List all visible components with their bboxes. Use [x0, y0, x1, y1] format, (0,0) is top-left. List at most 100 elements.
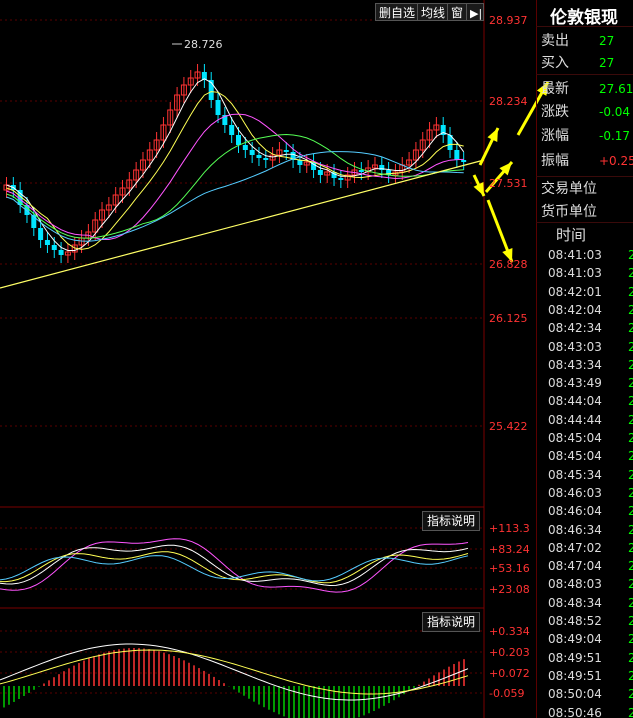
tick-row: 08:46:04 2: [548, 502, 633, 520]
tick-time: 08:43:49: [548, 376, 602, 391]
candle-body: [249, 150, 255, 155]
candle-body: [338, 178, 344, 180]
tick-price: 2: [628, 412, 633, 427]
candle-body: [51, 245, 57, 250]
tick-time: 08:46:34: [548, 522, 602, 537]
quote-row: 货币单位: [541, 201, 633, 223]
quote-label: 涨幅: [541, 128, 569, 144]
pin-icon: ▶|: [470, 7, 483, 20]
pin-button[interactable]: ▶|: [466, 3, 484, 21]
tick-time: 08:44:04: [548, 394, 602, 409]
indicator2-tick-label: -0.059: [489, 687, 524, 700]
quote-value: 27: [599, 34, 615, 48]
candle-body: [58, 250, 64, 255]
candlesticks: [3, 64, 467, 263]
candle-body: [256, 155, 262, 158]
tick-price: 2: [628, 284, 633, 299]
tick-price: 2: [628, 614, 633, 628]
quote-row: 交易单位: [541, 178, 633, 200]
tick-price: 2: [628, 394, 633, 409]
tick-price: 2: [628, 522, 633, 537]
divider: [536, 74, 633, 75]
price-tick-label: 28.937: [489, 14, 528, 27]
support-trendline: [0, 159, 485, 289]
candle-body: [283, 150, 289, 152]
tick-row: 08:44:44 2: [548, 411, 633, 429]
quote-value: -0.17: [599, 129, 631, 143]
tick-row: 08:43:49 2: [548, 374, 633, 392]
indicator1-label-button[interactable]: 指标说明: [422, 511, 481, 531]
tick-time: 08:42:04: [548, 302, 602, 317]
ma-line-button[interactable]: 均线: [417, 3, 450, 21]
ma-line: [6, 133, 464, 239]
quote-panel: 伦敦银现 卖出 27 买入 27 最新 27.61 涨跌 -0.04 涨幅 -0.17 振幅 +0.2…: [536, 0, 633, 718]
tick-row: 08:45:04 2: [548, 447, 633, 465]
tick-row: 08:42:01 2: [548, 283, 633, 301]
tick-price: 2: [628, 650, 633, 665]
peak-marker: 28.726: [172, 38, 223, 51]
tick-price: 2: [628, 266, 633, 281]
candle-body: [454, 150, 460, 160]
indicator2-tick-label: +0.072: [489, 667, 530, 680]
candle-body: [242, 145, 248, 150]
tick-row: 08:42:04 2: [548, 301, 633, 319]
divider: [536, 26, 633, 27]
tick-time: 08:43:34: [548, 357, 602, 372]
tick-row: 08:45:04 2: [548, 429, 633, 447]
tick-row: 08:49:04 2: [548, 630, 633, 648]
tick-time: 08:44:44: [548, 412, 602, 427]
quote-label: 涨跌: [541, 104, 569, 120]
tick-time: 08:42:01: [548, 284, 602, 299]
tick-row: 08:46:03 2: [548, 484, 633, 502]
delete-self-select-button[interactable]: 删自选: [375, 3, 420, 21]
indicator2-label-button[interactable]: 指标说明: [422, 612, 481, 632]
quote-label: 最新: [541, 81, 569, 97]
oscillator-line: [0, 538, 469, 593]
quote-row: 振幅 +0.25: [541, 150, 633, 172]
indicator-panel-1: [0, 538, 469, 593]
candle-body: [263, 158, 269, 160]
tick-row: 08:48:03 2: [548, 575, 633, 593]
tick-row: 08:44:04 2: [548, 392, 633, 410]
tick-price: 2: [628, 431, 633, 445]
indicator2-tick-label: +0.334: [489, 625, 530, 638]
tick-time: 08:49:04: [548, 632, 602, 647]
quote-row: 涨跌 -0.04: [541, 101, 633, 123]
quote-label: 买入: [541, 55, 569, 71]
quote-label: 货币单位: [541, 204, 597, 220]
tick-row: 08:45:34 2: [548, 466, 633, 484]
tick-price: 2: [628, 467, 633, 482]
quote-label: 振幅: [541, 153, 569, 169]
tick-time: 08:48:52: [548, 614, 602, 628]
tick-row: 08:48:52 2: [548, 612, 633, 630]
tick-row: 08:43:34 2: [548, 356, 633, 374]
window-button[interactable]: 窗: [447, 3, 468, 21]
quote-label: 交易单位: [541, 181, 597, 197]
tick-row: 08:50:04 2: [548, 685, 633, 703]
quote-row: 涨幅 -0.17: [541, 125, 633, 147]
quote-value: -0.04: [599, 105, 631, 119]
tick-row: 08:50:46 2: [548, 704, 633, 718]
time-column-header: 时间: [556, 226, 587, 244]
candle-body: [317, 170, 323, 175]
tick-time: 08:45:34: [548, 467, 602, 482]
tick-row: 08:47:02 2: [548, 539, 633, 557]
price-tick-label: 25.422: [489, 420, 528, 433]
trend-line: [0, 159, 485, 289]
tick-price: 2: [628, 339, 633, 354]
candle-body: [461, 160, 467, 162]
tick-price: 2: [628, 321, 633, 336]
tick-price: 2: [628, 248, 633, 262]
indicator2-tick-label: +0.203: [489, 646, 530, 659]
quote-value: +0.25: [599, 154, 633, 168]
tick-time: 08:45:04: [548, 449, 602, 464]
tick-price: 2: [628, 668, 633, 683]
quote-value: 27.61: [599, 82, 633, 96]
axis-tick-labels: 28.937 28.234 27.531 26.828 26.125 25.422 +113…: [489, 14, 530, 700]
indicator1-tick-label: +53.16: [489, 562, 530, 575]
tick-time: 08:49:51: [548, 668, 602, 683]
indicator1-tick-label: +83.24: [489, 543, 530, 556]
tick-time: 08:50:04: [548, 687, 602, 702]
quote-row: 卖出 27: [541, 30, 633, 52]
tick-price: 2: [628, 485, 633, 500]
